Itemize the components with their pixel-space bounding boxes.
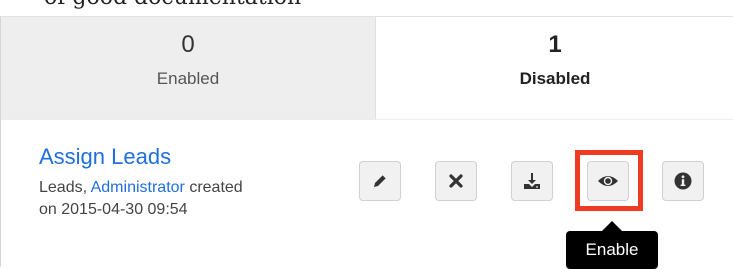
info-button[interactable] (662, 161, 704, 201)
enabled-count: 0 (181, 31, 195, 58)
tab-disabled[interactable]: 1 Disabled (376, 17, 733, 119)
delete-button[interactable] (435, 161, 477, 201)
tooltip-arrow (602, 221, 622, 231)
edit-button[interactable] (359, 161, 401, 201)
tab-enabled[interactable]: 0 Enabled (1, 17, 376, 119)
item-created-prefix: created (189, 179, 243, 196)
item-user-link[interactable]: Administrator (91, 179, 185, 196)
item-created-date: on 2015-04-30 09:54 (39, 201, 188, 218)
enable-tooltip: Enable (566, 231, 658, 269)
download-button[interactable] (511, 161, 553, 201)
item-module: Leads, (39, 179, 88, 196)
list-item: Assign Leads Leads, Administrator create… (1, 119, 733, 269)
disabled-count: 1 (548, 31, 562, 58)
times-icon (448, 173, 464, 189)
disabled-label: Disabled (519, 69, 591, 88)
enabled-label: Enabled (156, 69, 220, 88)
eye-icon (597, 173, 619, 189)
download-icon (522, 171, 542, 191)
page-caption-fragment: of good documentation (0, 0, 733, 10)
enable-button[interactable] (587, 161, 629, 201)
item-meta: Leads, Administrator created on 2015-04-… (39, 177, 359, 221)
pencil-icon (371, 172, 389, 190)
workflow-panel: 0 Enabled 1 Disabled Assign Leads Leads,… (0, 16, 733, 269)
item-title-link[interactable]: Assign Leads (39, 144, 171, 170)
info-circle-icon (674, 172, 692, 190)
